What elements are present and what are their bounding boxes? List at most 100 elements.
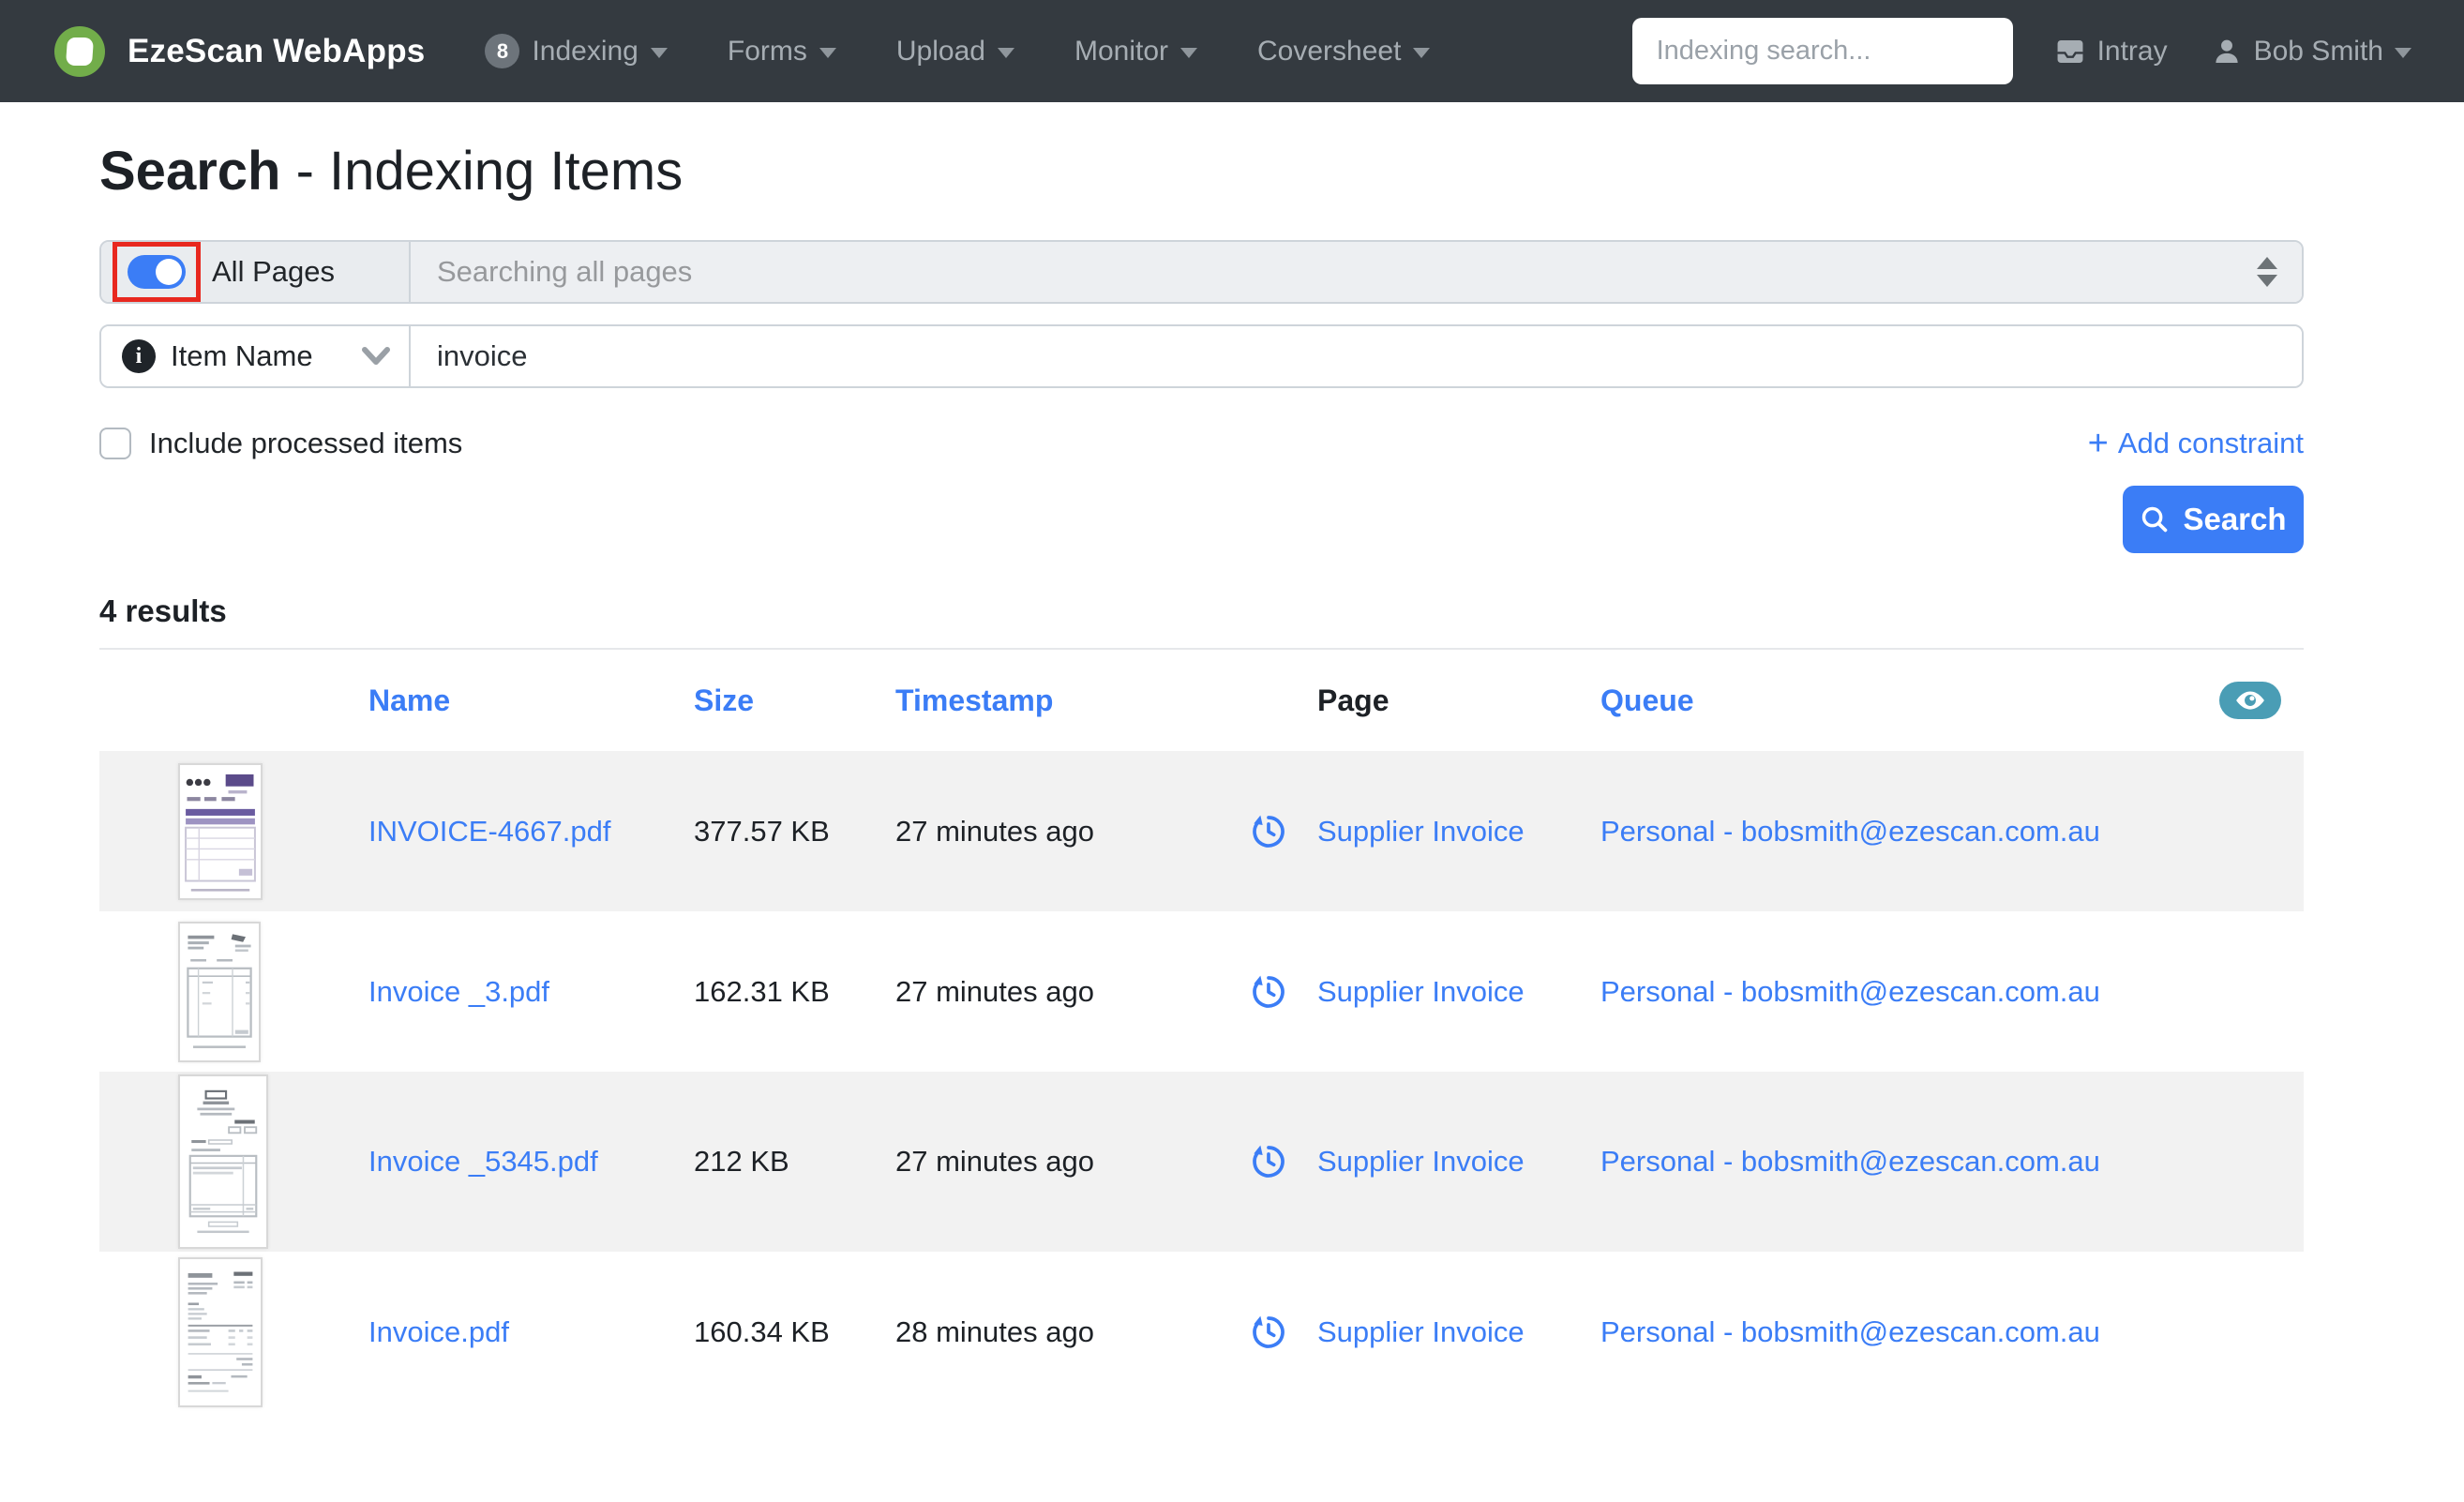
thumbnail-cell xyxy=(99,762,368,900)
page-link[interactable]: Supplier Invoice xyxy=(1317,815,1600,849)
history-cell xyxy=(1219,1143,1317,1180)
queue-link[interactable]: Personal - bobsmith@ezescan.com.au xyxy=(1600,815,2304,849)
up-down-arrows-icon xyxy=(2257,257,2277,287)
file-name-link[interactable]: Invoice.pdf xyxy=(368,1315,694,1349)
table-row: Invoice.pdf 160.34 KB 28 minutes ago Sup… xyxy=(99,1252,2304,1412)
table-row: Invoice _3.pdf 162.31 KB 27 minutes ago … xyxy=(99,911,2304,1072)
field-selector-label: Item Name xyxy=(171,339,313,372)
sort-header-size[interactable]: Size xyxy=(694,683,895,718)
results-count: 4 results xyxy=(99,593,227,628)
info-glyph: i xyxy=(135,343,143,368)
page-link[interactable]: Supplier Invoice xyxy=(1317,975,1600,1009)
document-thumbnail[interactable] xyxy=(178,921,261,1062)
page-title: Search - Indexing Items xyxy=(99,142,2304,202)
nav-item-label: Forms xyxy=(727,35,807,67)
thumbnail-cell xyxy=(99,921,368,1062)
add-constraint-link[interactable]: + Add constraint xyxy=(2087,424,2304,463)
nav-item-label: Indexing xyxy=(532,35,639,67)
file-name-link[interactable]: Invoice _5345.pdf xyxy=(368,1145,694,1179)
history-icon[interactable] xyxy=(1250,1143,1287,1180)
history-cell xyxy=(1219,813,1317,850)
include-processed-label: Include processed items xyxy=(149,427,463,459)
annotation-red-box xyxy=(113,242,201,302)
indexing-search-input[interactable] xyxy=(1631,18,2013,84)
indexing-count-badge: 8 xyxy=(485,34,520,68)
header-page: Page xyxy=(1317,683,1390,717)
search-button[interactable]: Search xyxy=(2123,486,2304,553)
add-constraint-label: Add constraint xyxy=(2117,427,2304,459)
chevron-down-icon xyxy=(997,48,1014,58)
nav-item-coversheet[interactable]: Coversheet xyxy=(1257,35,1431,68)
include-processed-option: Include processed items xyxy=(99,427,462,460)
brand-link[interactable]: EzeScan WebApps xyxy=(54,25,426,77)
user-name: Bob Smith xyxy=(2253,35,2383,67)
nav-item-monitor[interactable]: Monitor xyxy=(1074,36,1197,68)
document-thumbnail[interactable] xyxy=(178,1256,263,1407)
page-title-main: Search xyxy=(99,141,281,202)
main-content: Search - Indexing Items All Pages Search… xyxy=(0,102,2464,1412)
all-pages-toggle[interactable] xyxy=(128,255,186,289)
page-link[interactable]: Supplier Invoice xyxy=(1317,1315,1600,1349)
nav-item-label: Monitor xyxy=(1074,35,1168,67)
all-pages-addon: All Pages xyxy=(101,242,411,302)
pages-select[interactable]: Searching all pages xyxy=(411,242,2302,302)
toggle-knob xyxy=(156,259,182,285)
file-name-link[interactable]: INVOICE-4667.pdf xyxy=(368,815,694,849)
intray-label: Intray xyxy=(2096,35,2168,67)
history-icon[interactable] xyxy=(1250,813,1287,850)
include-processed-checkbox[interactable] xyxy=(99,428,131,459)
sort-header-timestamp[interactable]: Timestamp xyxy=(895,683,1219,718)
timestamp: 27 minutes ago xyxy=(895,814,1094,848)
nav-item-label: Coversheet xyxy=(1257,35,1402,67)
search-term-input[interactable] xyxy=(411,326,2302,386)
file-name-link[interactable]: Invoice _3.pdf xyxy=(368,975,694,1009)
search-field-group: i Item Name xyxy=(99,324,2304,388)
file-size: 377.57 KB xyxy=(694,814,830,848)
document-thumbnail[interactable] xyxy=(178,762,263,900)
ezescan-logo-icon xyxy=(54,25,105,77)
document-thumbnail[interactable] xyxy=(178,1074,268,1249)
timestamp: 27 minutes ago xyxy=(895,1145,1094,1178)
nav-item-forms[interactable]: Forms xyxy=(728,36,836,68)
nav-item-indexing[interactable]: 8 Indexing xyxy=(485,34,668,68)
options-row: Include processed items + Add constraint xyxy=(99,425,2304,462)
chevron-down-icon xyxy=(650,48,668,58)
queue-link[interactable]: Personal - bobsmith@ezescan.com.au xyxy=(1600,975,2304,1009)
page-title-sub: - Indexing Items xyxy=(295,141,684,202)
intray-inbox-icon xyxy=(2057,39,2083,63)
visibility-toggle-button[interactable] xyxy=(2219,682,2281,719)
pages-scope-group: All Pages Searching all pages xyxy=(99,240,2304,304)
history-cell xyxy=(1219,973,1317,1011)
history-icon[interactable] xyxy=(1250,973,1287,1011)
table-row: Invoice _5345.pdf 212 KB 27 minutes ago … xyxy=(99,1072,2304,1252)
search-icon xyxy=(2142,506,2168,533)
chevron-down-icon xyxy=(362,347,390,365)
thumbnail-cell xyxy=(99,1256,368,1407)
brand-title: EzeScan WebApps xyxy=(128,32,426,69)
queue-link[interactable]: Personal - bobsmith@ezescan.com.au xyxy=(1600,1145,2304,1179)
timestamp: 28 minutes ago xyxy=(895,1314,1094,1348)
file-size: 160.34 KB xyxy=(694,1314,830,1348)
page-link[interactable]: Supplier Invoice xyxy=(1317,1145,1600,1179)
field-selector[interactable]: i Item Name xyxy=(101,326,411,386)
nav-item-upload[interactable]: Upload xyxy=(896,36,1014,68)
file-size: 212 KB xyxy=(694,1145,789,1178)
user-menu[interactable]: Bob Smith xyxy=(2211,36,2411,68)
history-icon[interactable] xyxy=(1250,1314,1287,1351)
sort-header-name[interactable]: Name xyxy=(368,683,694,718)
info-icon: i xyxy=(122,339,156,373)
queue-link[interactable]: Personal - bobsmith@ezescan.com.au xyxy=(1600,1315,2304,1349)
nav-item-label: Upload xyxy=(895,35,985,67)
thumbnail-cell xyxy=(99,1074,368,1249)
eye-icon xyxy=(2236,691,2264,710)
chevron-down-icon xyxy=(1180,48,1197,58)
intray-link[interactable]: Intray xyxy=(2054,36,2168,68)
person-icon xyxy=(2215,39,2238,63)
table-row: INVOICE-4667.pdf 377.57 KB 27 minutes ag… xyxy=(99,751,2304,911)
plus-icon: + xyxy=(2087,424,2109,463)
nav-menu: 8 Indexing Forms Upload Monitor Covershe… xyxy=(485,34,1431,68)
sort-header-queue[interactable]: Queue xyxy=(1600,683,1694,718)
top-navbar: EzeScan WebApps 8 Indexing Forms Upload … xyxy=(0,0,2464,102)
history-cell xyxy=(1219,1314,1317,1351)
chevron-down-icon xyxy=(819,48,836,58)
